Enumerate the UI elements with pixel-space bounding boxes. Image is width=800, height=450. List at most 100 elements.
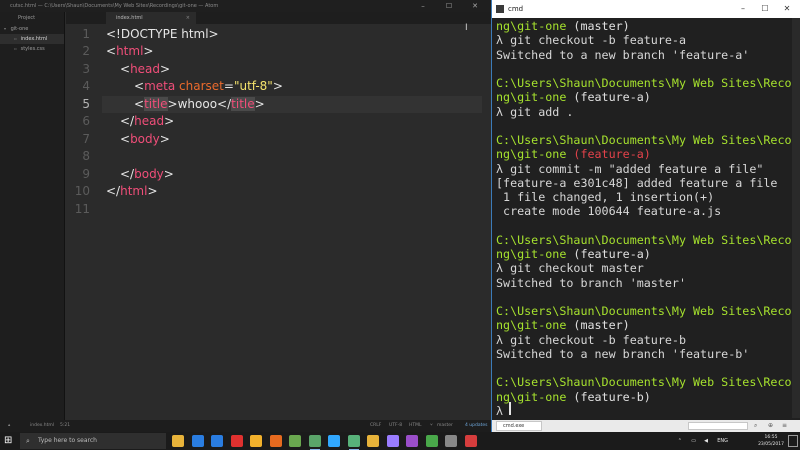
file-explorer-icon[interactable] (172, 435, 184, 447)
terminal-line-text: Switched to branch 'master' (496, 275, 686, 290)
tree-file-styles[interactable]: ▫ styles.css (0, 44, 64, 54)
clock-time: 16:55 (764, 435, 778, 440)
vscode-icon[interactable] (289, 435, 301, 447)
terminal-line: Switched to a new branch 'feature-a' (496, 48, 749, 62)
chrome-icon[interactable] (250, 435, 262, 447)
taskbar-search-input[interactable]: ⌕ Type here to search (20, 433, 166, 449)
minimize-icon[interactable]: – (410, 0, 436, 12)
terminal-statusbar: cmd.exe ⌕ ⊕ ≡ (492, 420, 800, 432)
status-file[interactable]: index.html (30, 420, 54, 432)
minimize-icon[interactable]: – (732, 0, 754, 18)
close-icon[interactable]: ✕ (462, 0, 488, 12)
terminal-prompt-path: ng\git-one (feature-a) (496, 147, 651, 161)
terminal-caret (509, 402, 511, 415)
tab-close-icon[interactable]: × (186, 12, 190, 24)
mail-icon[interactable] (211, 435, 223, 447)
store-icon[interactable] (191, 435, 204, 447)
terminal-line-text: 1 file changed, 1 insertion(+) (496, 190, 715, 204)
terminal-line: λ git commit -m "added feature a file" (496, 162, 763, 176)
close-icon[interactable]: ✕ (776, 0, 798, 18)
terminal-line-text: [feature-a e301c48] added feature a file (496, 175, 778, 190)
tree-file-label: index.html (20, 36, 48, 42)
status-grammar[interactable]: HTML (409, 420, 422, 432)
code-line-2: <html> (106, 44, 154, 58)
status-encoding[interactable]: UTF-8 (389, 420, 402, 432)
cmd-app-icon (496, 5, 504, 13)
tab-index-html[interactable]: index.html × (106, 12, 196, 24)
maximize-icon[interactable]: ☐ (436, 0, 462, 12)
terminal-line-text: λ git checkout -b feature-b (496, 332, 686, 347)
terminal-branch-label: (master) (573, 318, 630, 333)
status-updates[interactable]: 4 updates (465, 420, 488, 432)
terminal-titlebar[interactable]: cmd – ☐ ✕ (492, 0, 800, 18)
photoshop-icon[interactable] (328, 435, 340, 447)
tree-file-label: styles.css (20, 46, 45, 52)
status-position[interactable]: 5:21 (60, 420, 70, 432)
network-icon[interactable]: ▭ (691, 432, 696, 450)
status-branch[interactable]: master (437, 420, 453, 432)
terminal-line: λ git checkout -b feature-a (496, 33, 686, 47)
project-header[interactable]: Project (0, 12, 64, 24)
taskbar-search-text: Type here to search (38, 437, 97, 444)
terminal-line: λ git checkout master (496, 261, 644, 275)
terminal-line: λ git checkout -b feature-b (496, 333, 686, 347)
files-icon[interactable] (367, 435, 379, 447)
volume-icon[interactable]: ◀ (704, 432, 708, 450)
terminal-line: λ (496, 404, 510, 418)
cmder-icon[interactable] (308, 435, 321, 450)
terminal-line-text: C:\Users\Shaun\Documents\My Web Sites\Re… (496, 375, 800, 390)
terminal-prompt-path: C:\Users\Shaun\Documents\My Web Sites\Re… (496, 133, 800, 147)
menu-icon[interactable]: ≡ (782, 420, 787, 432)
tray-chevron-icon[interactable]: ⌃ (678, 432, 682, 450)
atom-icon[interactable] (347, 435, 360, 450)
firefox-icon[interactable] (269, 435, 282, 447)
terminal-line-text: λ git checkout master (496, 261, 644, 276)
terminal-prompt-path: C:\Users\Shaun\Documents\My Web Sites\Re… (496, 76, 800, 90)
editor-titlebar[interactable]: cutsc.html — C:\Users\Shaun\Documents\My… (0, 0, 491, 12)
terminal-output[interactable]: ng\git-one (master) λ git checkout -b fea… (492, 18, 800, 418)
line-number: 9 (82, 167, 90, 181)
terminal-prompt-path: ng\git-one (feature-a) (496, 247, 651, 261)
terminal-line-text: ng\git-one (496, 318, 574, 333)
status-eol[interactable]: CRLF (370, 420, 381, 432)
terminal-title: cmd (508, 5, 524, 13)
windows-start-icon[interactable]: ⊞ (4, 436, 14, 446)
snagit-icon[interactable] (464, 435, 477, 447)
terminal-tab[interactable]: cmd.exe (496, 421, 542, 431)
terminal-branch-label: (feature-a) (573, 247, 651, 261)
camtasia-icon[interactable] (425, 435, 438, 447)
editor-statusbar: ▴ index.html 5:21 CRLF UTF-8 HTML ⑂ mast… (0, 420, 491, 432)
maximize-icon[interactable]: ☐ (754, 0, 776, 18)
line-number: 4 (82, 79, 90, 93)
search-icon[interactable]: ⌕ (754, 420, 757, 432)
terminal-search-input[interactable] (688, 422, 748, 430)
terminal-line-text: ng\git-one (496, 90, 574, 105)
terminal-line-text: ng\git-one (496, 389, 574, 404)
terminal-line: Switched to branch 'master' (496, 276, 686, 290)
code-line-6: </head> (120, 114, 175, 128)
chevron-down-icon: ▾ (4, 26, 7, 31)
terminal-line-text: λ git checkout -b feature-a (496, 33, 686, 48)
tree-folder-git-one[interactable]: ▾ git-one (0, 24, 64, 34)
code-line-7: <body> (120, 132, 170, 146)
line-number: 2 (82, 44, 90, 58)
media-icon[interactable] (406, 435, 418, 447)
terminal-icon[interactable] (445, 435, 457, 447)
terminal-line-text: Switched to a new branch 'feature-b' (496, 346, 750, 361)
clock[interactable]: 16:55 23/05/2017 (758, 434, 784, 448)
terminal-prompt-path: ng\git-one (feature-a) (496, 90, 651, 104)
code-area[interactable]: <!DOCTYPE html> <html> <head> <meta char… (106, 24, 486, 420)
editor-window: cutsc.html — C:\Users\Shaun\Documents\My… (0, 0, 491, 432)
terminal-scrollbar[interactable] (792, 18, 800, 418)
terminal-prompt-path: ng\git-one (master) (496, 19, 630, 33)
terminal-line: [feature-a e301c48] added feature a file (496, 176, 777, 190)
file-tree: Project ▾ git-one ▫ index.html ▫ styles.… (0, 12, 65, 420)
add-tab-icon[interactable]: ⊕ (768, 420, 773, 432)
opera-icon[interactable] (230, 435, 243, 447)
notifications-icon[interactable] (788, 435, 798, 447)
premiere-icon[interactable] (386, 435, 399, 447)
language-indicator[interactable]: ENG (717, 432, 728, 450)
terminal-line-text: C:\Users\Shaun\Documents\My Web Sites\Re… (496, 76, 800, 90)
tree-file-index[interactable]: ▫ index.html (0, 34, 64, 44)
code-line-3: <head> (120, 62, 171, 76)
